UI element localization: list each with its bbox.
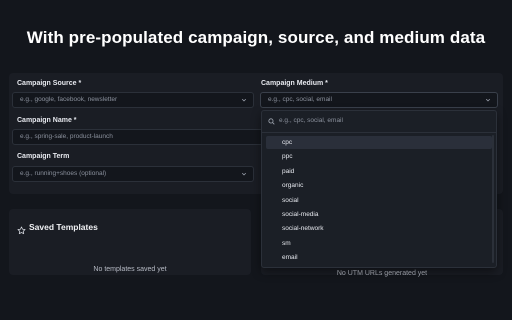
campaign-medium-label: Campaign Medium * (261, 80, 328, 87)
dropdown-search-placeholder: e.g., cpc, social, email (279, 117, 343, 124)
dropdown-option[interactable]: email (266, 251, 492, 264)
campaign-source-placeholder: e.g., google, facebook, newsletter (20, 96, 118, 103)
saved-templates-empty: No templates saved yet (93, 266, 167, 273)
chevron-down-icon (241, 172, 247, 176)
saved-templates-card: Saved Templates No templates saved yet (9, 209, 251, 275)
campaign-medium-select[interactable]: e.g., cpc, social, email (260, 92, 498, 108)
chevron-down-icon (485, 98, 491, 102)
dropdown-search[interactable]: e.g., cpc, social, email (262, 111, 496, 133)
campaign-term-select[interactable]: e.g., running+shoes (optional) (12, 166, 254, 182)
dropdown-option[interactable]: organic (266, 179, 492, 192)
campaign-name-label: Campaign Name * (17, 117, 77, 124)
campaign-medium-dropdown: e.g., cpc, social, email cpc ppc paid or… (261, 110, 497, 268)
dropdown-option[interactable]: social-media (266, 208, 492, 221)
page-headline: With pre-populated campaign, source, and… (26, 28, 486, 47)
campaign-term-label: Campaign Term (17, 153, 70, 160)
dropdown-option[interactable]: ppc (266, 150, 492, 163)
chevron-down-icon (241, 98, 247, 102)
campaign-name-input[interactable]: e.g., spring-sale, product-launch (12, 129, 267, 145)
generated-urls-empty: No UTM URLs generated yet (336, 270, 428, 277)
dropdown-option[interactable]: cpc (266, 136, 492, 149)
campaign-source-label: Campaign Source * (17, 80, 82, 87)
campaign-name-placeholder: e.g., spring-sale, product-launch (20, 133, 113, 140)
star-icon (17, 222, 26, 240)
campaign-medium-placeholder: e.g., cpc, social, email (268, 96, 332, 103)
search-icon (268, 118, 275, 125)
dropdown-option[interactable]: social-network (266, 222, 492, 235)
saved-templates-title: Saved Templates (29, 222, 98, 232)
dropdown-scrollbar[interactable] (492, 135, 494, 263)
campaign-source-select[interactable]: e.g., google, facebook, newsletter (12, 92, 254, 108)
campaign-term-placeholder: e.g., running+shoes (optional) (20, 170, 107, 177)
dropdown-option[interactable]: paid (266, 165, 492, 178)
dropdown-option[interactable]: social (266, 194, 492, 207)
dropdown-option[interactable]: sm (266, 237, 492, 250)
